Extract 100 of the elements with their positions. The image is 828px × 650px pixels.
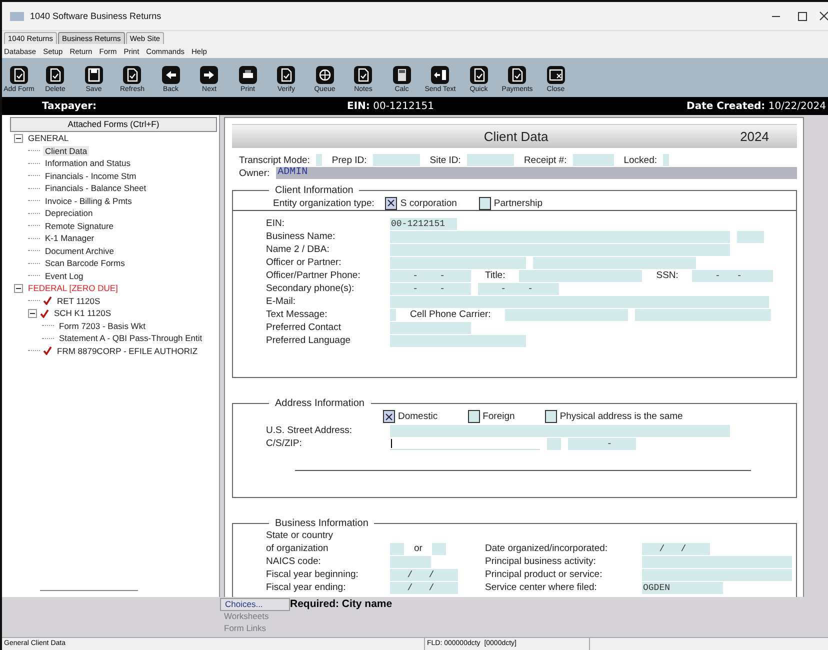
field-label: Text Message: — [266, 309, 328, 320]
tree-item[interactable]: FEDERAL [ZERO DUE] — [26, 283, 120, 294]
field-label: Entity organization type: — [272, 198, 376, 208]
field-label: Locked: — [624, 154, 657, 166]
field-label: E-Mail: — [266, 296, 297, 307]
input-field[interactable] — [642, 568, 792, 580]
field-label: Officer/Partner Phone: — [266, 270, 362, 281]
field-label: Fiscal year ending: — [266, 582, 347, 593]
close-icon[interactable] — [818, 9, 828, 23]
owner-field[interactable]: ADMIN — [276, 167, 797, 179]
checkbox[interactable] — [468, 410, 480, 423]
input-field[interactable] — [390, 322, 471, 334]
save-icon — [84, 64, 104, 84]
input-field[interactable] — [390, 556, 431, 568]
tree-item[interactable]: K-1 Manager — [43, 233, 96, 244]
collapse-icon[interactable] — [14, 134, 23, 143]
app-icon — [10, 12, 24, 20]
input-field[interactable] — [572, 154, 614, 166]
document-icon — [122, 64, 142, 84]
input-field[interactable]: / / — [390, 582, 458, 594]
tree-item[interactable]: Information and Status — [43, 158, 133, 168]
field-label: C/S/ZIP: — [266, 438, 303, 449]
field-label: or — [413, 543, 424, 554]
document-icon — [468, 64, 489, 84]
link-button[interactable]: Choices... — [220, 598, 290, 610]
field-label: Site ID: — [430, 154, 461, 166]
input-field[interactable] — [519, 270, 642, 282]
close-window-icon — [546, 64, 566, 84]
input-field[interactable] — [533, 256, 696, 268]
input-field[interactable] — [642, 556, 792, 568]
checkbox-label: Foreign — [482, 411, 515, 422]
form-year: 2024 — [740, 129, 769, 144]
input-field[interactable] — [316, 154, 322, 166]
field-label: Secondary phone(s): — [266, 283, 356, 294]
checkbox[interactable] — [383, 410, 395, 423]
input-field[interactable] — [390, 438, 540, 450]
input-field[interactable] — [390, 230, 730, 242]
input-field[interactable]: / / — [642, 542, 710, 554]
input-field[interactable]: - - — [692, 270, 774, 282]
input-field[interactable] — [737, 230, 764, 242]
input-field[interactable] — [390, 244, 730, 256]
checkbox[interactable] — [385, 196, 398, 210]
input-field[interactable] — [390, 308, 396, 320]
tree-item[interactable]: Statement A - QBI Pass-Through Entit — [57, 333, 204, 344]
input-field[interactable]: / / — [390, 568, 458, 580]
field-label: Business Name: — [266, 231, 336, 242]
tree-item[interactable]: Client Data — [43, 146, 90, 156]
attached-forms-button[interactable]: Attached Forms (Ctrl+F) — [10, 117, 217, 132]
taxpayer-label: Taxpayer: — [42, 100, 98, 112]
calculator-icon — [392, 64, 412, 84]
tree-item[interactable]: Remote Signature — [43, 220, 116, 231]
field-label: NAICS code: — [266, 556, 322, 567]
tree-item[interactable]: Financials - Income Stm — [43, 170, 138, 181]
tree-item[interactable]: Event Log — [43, 270, 86, 281]
field-label: Owner: — [239, 168, 270, 178]
input-field[interactable] — [547, 438, 561, 450]
tree-item[interactable]: GENERAL — [26, 133, 71, 144]
input-field[interactable]: 00-1212151 — [390, 218, 457, 230]
field-label: Date organized/incorporated: — [485, 543, 609, 554]
input-field[interactable] — [390, 542, 404, 554]
input-field[interactable] — [390, 334, 526, 346]
checkbox-label: S corporation — [400, 198, 457, 208]
field-label: Officer or Partner: — [266, 257, 342, 268]
section-title: Client Information — [274, 185, 354, 196]
tree-item[interactable]: FRM 8879CORP - EFILE AUTHORIZ — [55, 346, 200, 356]
tree-item[interactable]: Document Archive — [43, 246, 116, 256]
tree-item[interactable]: Invoice - Billing & Pmts — [43, 196, 134, 206]
checkbox[interactable] — [544, 410, 557, 423]
input-field[interactable]: - - — [478, 282, 559, 294]
document-icon — [507, 64, 528, 84]
input-field[interactable]: - — [568, 438, 636, 450]
input-field[interactable] — [372, 154, 420, 166]
field-label: Principal product or service: — [485, 569, 604, 580]
field-label: Service center where filed: — [485, 582, 598, 593]
input-field[interactable] — [663, 154, 669, 166]
tree-item[interactable]: Form 7203 - Basis Wkt — [57, 320, 148, 331]
tree-item[interactable]: Depreciation — [43, 208, 95, 218]
field-label: State or country — [266, 530, 334, 541]
required-message: Required: City name — [290, 598, 392, 610]
input-field[interactable]: - - — [390, 282, 471, 294]
input-field[interactable] — [466, 154, 514, 166]
input-field[interactable]: - - — [390, 270, 471, 282]
tree-item[interactable]: SCH K1 1120S — [52, 308, 114, 318]
field-label: Receipt #: — [524, 154, 567, 166]
input-field[interactable] — [634, 308, 771, 320]
checkbox[interactable] — [478, 196, 491, 210]
tree-item[interactable]: RET 1120S — [55, 296, 102, 306]
collapse-icon[interactable] — [28, 308, 37, 318]
input-field[interactable] — [390, 256, 526, 268]
field-label: U.S. Street Address: — [266, 425, 354, 436]
input-field[interactable] — [432, 542, 446, 554]
input-field[interactable] — [390, 296, 769, 308]
globe-icon — [314, 64, 335, 84]
tree-item[interactable]: Scan Barcode Forms — [43, 258, 127, 268]
input-field[interactable] — [390, 424, 730, 436]
input-field[interactable] — [504, 308, 628, 320]
collapse-icon[interactable] — [14, 284, 23, 293]
input-field[interactable]: OGDEN — [642, 582, 723, 594]
field-label: Fiscal year beginning: — [266, 569, 360, 580]
tree-item[interactable]: Financials - Balance Sheet — [43, 183, 148, 194]
